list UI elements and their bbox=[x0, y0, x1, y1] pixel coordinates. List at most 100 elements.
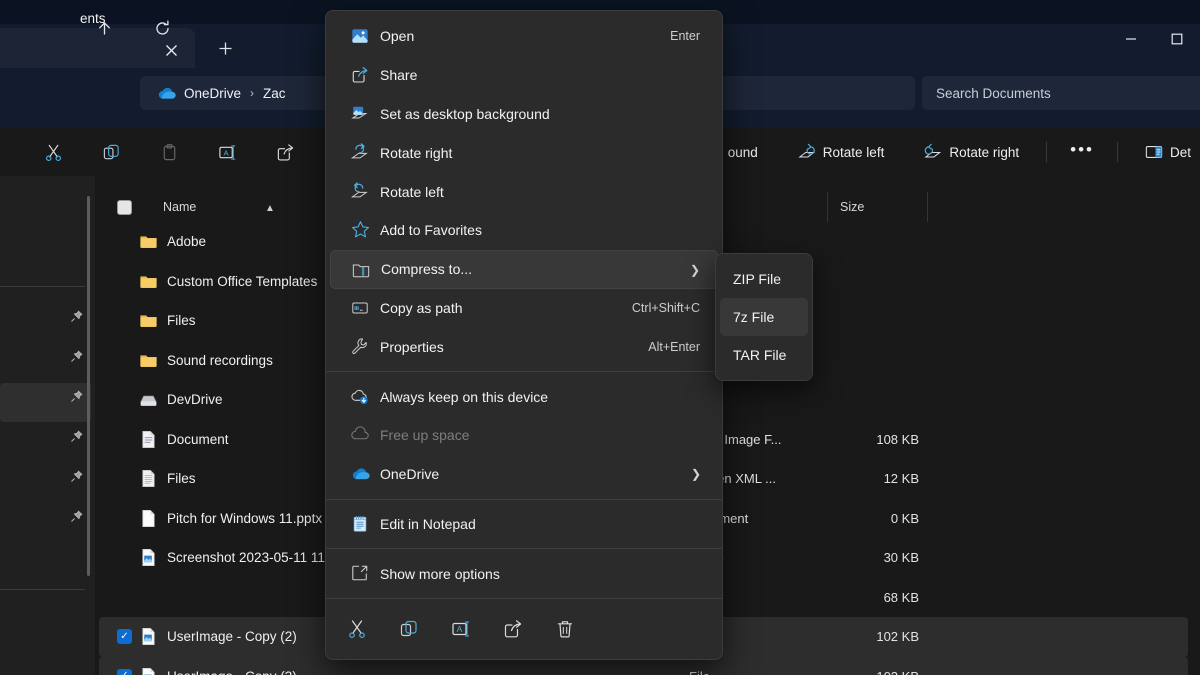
column-header-extra[interactable] bbox=[927, 192, 1027, 222]
arrow-up-icon bbox=[96, 20, 113, 37]
sidebar-item-screenshots[interactable]: nshots bbox=[0, 543, 91, 582]
more-commands-button[interactable]: ••• bbox=[1061, 136, 1103, 168]
sidebar-item-documents[interactable]: ments bbox=[0, 383, 91, 422]
pin-icon bbox=[70, 350, 83, 363]
menu-item-add-favorites[interactable]: Add to Favorites bbox=[330, 211, 718, 250]
sidebar-item-desktop[interactable]: op bbox=[0, 303, 91, 342]
share-icon bbox=[276, 143, 295, 162]
delete-button[interactable] bbox=[552, 616, 578, 642]
menu-item-edit-in-notepad[interactable]: Edit in Notepad bbox=[330, 505, 718, 544]
more-icon: ••• bbox=[1070, 140, 1094, 160]
menu-item-rotate-left[interactable]: Rotate left bbox=[330, 172, 718, 211]
up-button[interactable] bbox=[88, 12, 120, 44]
details-pane-label: Det bbox=[1170, 145, 1191, 160]
submenu-item-zip[interactable]: ZIP File bbox=[720, 260, 808, 298]
menu-item-label: Open bbox=[380, 28, 414, 44]
file-name: Pitch for Windows 11.pptx bbox=[167, 511, 322, 526]
minimize-button[interactable] bbox=[1108, 22, 1154, 56]
sidebar-item-0[interactable]: e bbox=[0, 183, 91, 213]
file-type: File bbox=[689, 669, 710, 675]
sidebar-scrollbar[interactable] bbox=[87, 196, 90, 576]
svg-text:A: A bbox=[223, 148, 229, 157]
delete-icon bbox=[555, 619, 575, 639]
close-icon bbox=[165, 44, 178, 57]
copy-button[interactable] bbox=[396, 616, 422, 642]
copy-icon bbox=[102, 143, 121, 162]
chevron-right-icon: ❯ bbox=[690, 263, 700, 277]
star-icon bbox=[350, 220, 370, 240]
file-name: Screenshot 2023-05-11 111 bbox=[167, 550, 331, 565]
menu-item-label: Edit in Notepad bbox=[380, 516, 476, 532]
new-tab-button[interactable] bbox=[210, 33, 240, 63]
rename-button[interactable]: A bbox=[208, 136, 246, 168]
menu-divider bbox=[326, 548, 722, 549]
file-name: Document bbox=[167, 432, 229, 447]
menu-item-accelerator: Ctrl+Shift+C bbox=[632, 301, 700, 315]
set-background-icon bbox=[350, 104, 370, 124]
paste-icon bbox=[160, 143, 179, 162]
menu-item-free-up-space: Free up space bbox=[330, 416, 718, 455]
maximize-button[interactable] bbox=[1154, 22, 1200, 56]
plus-icon bbox=[218, 41, 233, 56]
submenu-item-tar[interactable]: TAR File bbox=[720, 336, 808, 374]
sidebar-item-pictures[interactable]: es bbox=[0, 423, 91, 462]
cut-button[interactable] bbox=[344, 616, 370, 642]
refresh-button[interactable] bbox=[146, 12, 178, 44]
file-size: 0 KB bbox=[824, 511, 919, 526]
rename-button[interactable]: A bbox=[448, 616, 474, 642]
file-name: DevDrive bbox=[167, 392, 223, 407]
sidebar-item-personal[interactable]: Personal bbox=[0, 245, 91, 279]
wrench-icon bbox=[350, 336, 370, 356]
file-name: UserImage - Copy (3) bbox=[167, 669, 297, 675]
pin-icon bbox=[70, 310, 83, 323]
menu-item-share[interactable]: Share bbox=[330, 56, 718, 95]
rotate-left-icon bbox=[350, 181, 370, 201]
sidebar-divider bbox=[0, 286, 85, 287]
menu-item-compress-to[interactable]: Compress to... ❯ bbox=[330, 250, 718, 289]
submenu-item-7z[interactable]: 7z File bbox=[720, 298, 808, 336]
copy-button[interactable] bbox=[92, 136, 130, 168]
row-checkbox[interactable]: ✓ bbox=[117, 629, 132, 644]
menu-item-show-more-options[interactable]: Show more options bbox=[330, 554, 718, 593]
menu-item-set-background[interactable]: Set as desktop background bbox=[330, 95, 718, 134]
menu-item-copy-as-path[interactable]: Copy as path Ctrl+Shift+C bbox=[330, 289, 718, 328]
column-header-size[interactable]: Size bbox=[827, 192, 927, 222]
command-divider bbox=[1046, 142, 1047, 162]
sidebar-item-1[interactable]: y bbox=[0, 214, 91, 244]
minimize-icon bbox=[1125, 33, 1137, 45]
row-checkbox[interactable]: ✓ bbox=[117, 669, 132, 675]
share-button[interactable] bbox=[500, 616, 526, 642]
onedrive-cloud-icon bbox=[156, 86, 176, 100]
breadcrumb-onedrive[interactable]: OneDrive bbox=[156, 86, 241, 101]
details-pane-command[interactable]: Det bbox=[1136, 136, 1200, 168]
menu-divider bbox=[326, 371, 722, 372]
breadcrumb-zac[interactable]: Zac bbox=[263, 86, 286, 101]
rotate-left-label: Rotate left bbox=[823, 145, 885, 160]
menu-item-label: OneDrive bbox=[380, 466, 439, 482]
blank-doc-icon bbox=[139, 509, 158, 528]
select-all-checkbox[interactable] bbox=[117, 200, 132, 215]
rotate-left-icon bbox=[798, 143, 816, 161]
menu-item-open[interactable]: Open Enter bbox=[330, 17, 718, 56]
search-box[interactable]: Search Documents bbox=[922, 76, 1200, 110]
search-placeholder: Search Documents bbox=[936, 86, 1051, 101]
menu-item-label: Properties bbox=[380, 339, 444, 355]
cut-button[interactable] bbox=[34, 136, 72, 168]
sidebar-item-8[interactable] bbox=[0, 463, 91, 502]
window-controls bbox=[1108, 22, 1200, 56]
set-background-command[interactable]: ound bbox=[719, 136, 767, 168]
menu-item-label: Add to Favorites bbox=[380, 222, 482, 238]
menu-item-rotate-right[interactable]: Rotate right bbox=[330, 133, 718, 172]
file-name: Files bbox=[167, 313, 196, 328]
rotate-right-command[interactable]: Rotate right bbox=[915, 136, 1028, 168]
share-button[interactable] bbox=[266, 136, 304, 168]
context-menu: Open Enter Share Set as desktop backgrou… bbox=[325, 10, 723, 660]
copy-icon bbox=[399, 619, 419, 639]
menu-item-onedrive[interactable]: OneDrive ❯ bbox=[330, 455, 718, 494]
sidebar-item-downloads[interactable]: loads bbox=[0, 343, 91, 382]
rotate-left-command[interactable]: Rotate left bbox=[789, 136, 894, 168]
menu-item-properties[interactable]: Properties Alt+Enter bbox=[330, 327, 718, 366]
menu-item-always-keep-on-device[interactable]: Always keep on this device bbox=[330, 377, 718, 416]
sidebar-item-music[interactable]: s bbox=[0, 503, 91, 542]
folder-icon bbox=[139, 272, 158, 291]
